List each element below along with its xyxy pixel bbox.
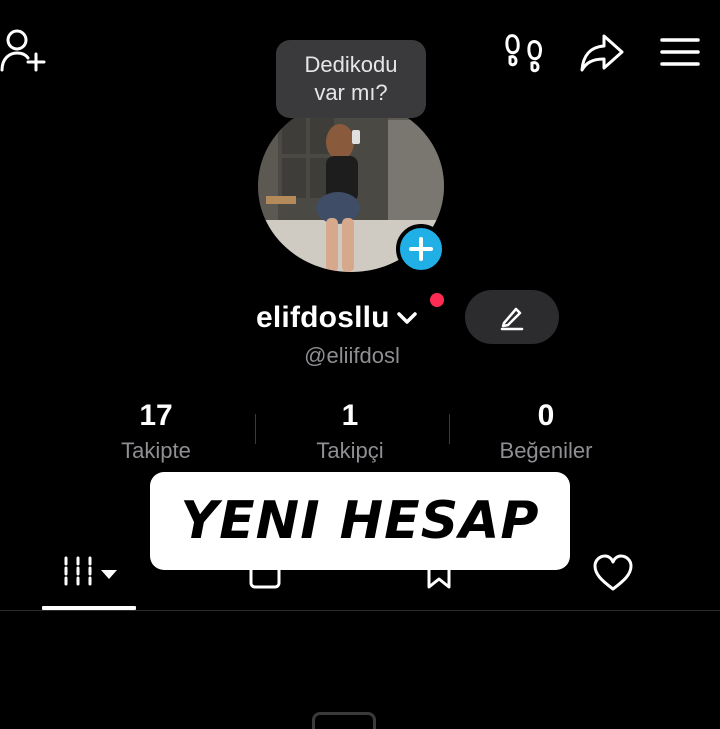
heart-icon bbox=[593, 554, 633, 591]
tab-liked[interactable] bbox=[568, 548, 658, 598]
followers-count: 1 bbox=[341, 399, 359, 432]
plus-icon bbox=[409, 237, 433, 261]
chevron-down-icon bbox=[394, 305, 420, 331]
pencil-icon bbox=[500, 307, 524, 331]
username-handle: @eliifdosl bbox=[0, 343, 720, 369]
edit-profile-button[interactable] bbox=[465, 290, 559, 344]
banner-text: YENI HESAP bbox=[180, 491, 540, 551]
share-icon[interactable] bbox=[578, 30, 626, 76]
add-story-button[interactable] bbox=[396, 224, 446, 274]
account-switcher[interactable]: elifdosllu bbox=[256, 296, 420, 340]
tab-videos[interactable] bbox=[44, 548, 136, 598]
stat-divider bbox=[449, 414, 450, 444]
likes-label: Beğeniler bbox=[499, 438, 593, 463]
notification-dot bbox=[430, 293, 444, 307]
menu-icon[interactable] bbox=[658, 32, 704, 72]
following-label: Takipte bbox=[121, 438, 191, 463]
footprint-icon[interactable] bbox=[502, 30, 548, 76]
handle-text: @eliifdosl bbox=[304, 343, 400, 368]
followers-label: Takipçi bbox=[316, 438, 384, 463]
following-count: 17 bbox=[139, 399, 173, 432]
add-friend-icon[interactable] bbox=[0, 28, 48, 76]
stat-following[interactable]: 17 Takipte bbox=[66, 398, 246, 466]
videos-grid-icon bbox=[64, 556, 117, 590]
stat-followers[interactable]: 1 Takipçi bbox=[260, 398, 440, 466]
tab-divider bbox=[0, 610, 720, 611]
likes-count: 0 bbox=[537, 399, 555, 432]
grid-item-peek bbox=[312, 712, 376, 729]
stat-divider bbox=[255, 414, 256, 444]
note-text: Dedikodu var mı? bbox=[304, 52, 398, 105]
caption-banner: YENI HESAP bbox=[150, 472, 570, 570]
profile-note-bubble[interactable]: Dedikodu var mı? bbox=[276, 40, 426, 118]
display-name: elifdosllu bbox=[256, 301, 390, 334]
stat-likes[interactable]: 0 Beğeniler bbox=[456, 398, 636, 466]
